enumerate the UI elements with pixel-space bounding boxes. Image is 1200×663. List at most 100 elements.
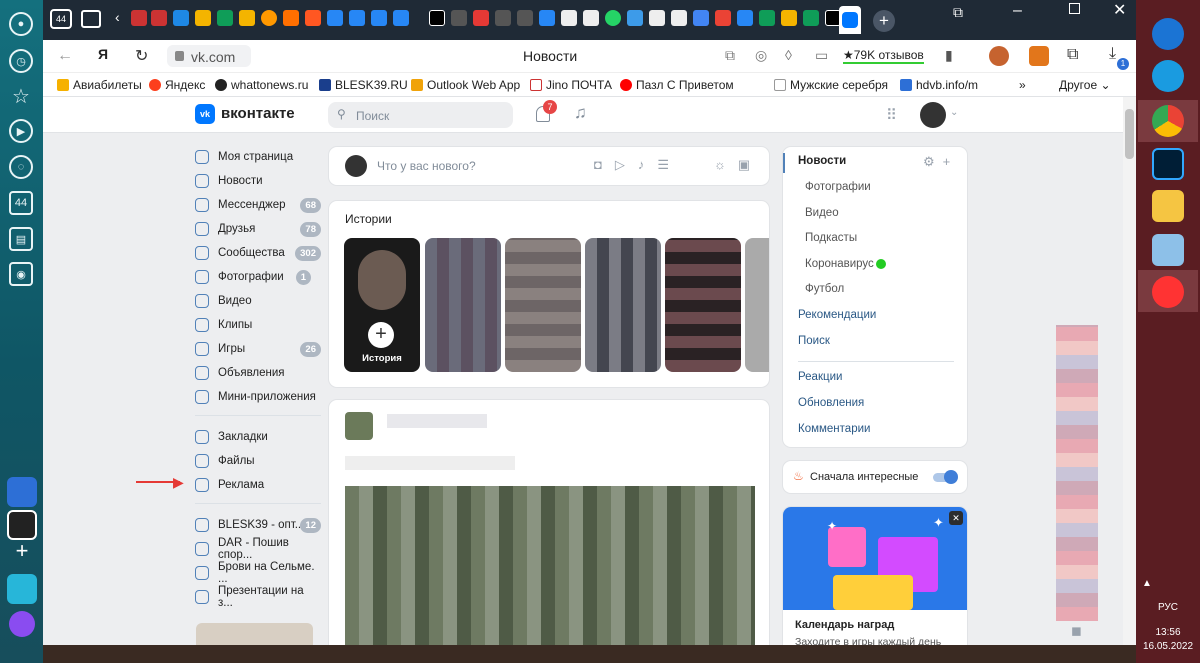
tab-favicon[interactable]: [261, 10, 277, 26]
menu-ads[interactable]: Объявления: [195, 362, 321, 384]
bookmark-item[interactable]: whattonews.ru: [215, 78, 308, 92]
record-app-icon[interactable]: [7, 510, 37, 540]
edge-icon[interactable]: [1152, 60, 1184, 92]
apps-grid-icon[interactable]: ⠿: [886, 106, 897, 124]
menu-group[interactable]: DAR - Пошив спор...: [195, 537, 321, 561]
screenshot-icon[interactable]: ◉: [9, 262, 33, 286]
nav-coronavirus[interactable]: Коронавирус: [805, 258, 874, 270]
history-icon[interactable]: ◷: [9, 49, 33, 73]
tab-favicon[interactable]: [195, 10, 211, 26]
tab-favicon[interactable]: [131, 10, 147, 26]
story-item[interactable]: [425, 238, 501, 372]
play-icon[interactable]: ▶: [9, 119, 33, 143]
language-indicator[interactable]: РУС: [1136, 602, 1200, 613]
reviews-badge[interactable]: ★79K отзывов: [843, 48, 924, 64]
tab-favicon[interactable]: [583, 10, 599, 26]
tab-favicon[interactable]: [693, 10, 709, 26]
nav-reactions[interactable]: Реакции: [798, 371, 842, 383]
menu-my-page[interactable]: Моя страница: [195, 146, 321, 168]
vk-logo-icon[interactable]: vk: [195, 104, 215, 124]
extension-icon[interactable]: [989, 46, 1009, 66]
bookmark-item[interactable]: BLESK39.RU: [319, 78, 408, 92]
tab-favicon[interactable]: [781, 10, 797, 26]
star-icon[interactable]: ☆: [9, 84, 33, 108]
story-item[interactable]: [585, 238, 661, 372]
tab-favicon[interactable]: [627, 10, 643, 26]
bookmark-item[interactable]: Мужские серебря: [774, 78, 888, 92]
tab-favicon[interactable]: [473, 10, 489, 26]
tab-favicon[interactable]: [327, 10, 343, 26]
nav-updates[interactable]: Обновления: [798, 397, 864, 409]
back-icon[interactable]: ←: [57, 47, 73, 65]
messages-icon[interactable]: ◌: [9, 155, 33, 179]
story-create[interactable]: + История: [344, 238, 420, 372]
tab-favicon[interactable]: [217, 10, 233, 26]
alice-icon[interactable]: [9, 611, 35, 637]
clock-time[interactable]: 13:56: [1136, 627, 1200, 638]
bookmark-item[interactable]: Outlook Web App: [411, 78, 520, 92]
nav-photos[interactable]: Фотографии: [805, 181, 871, 193]
attach-icons[interactable]: ◘▷♪☰: [594, 157, 682, 173]
menu-files[interactable]: Файлы: [195, 450, 321, 472]
story-item[interactable]: [745, 238, 769, 372]
tab-favicon[interactable]: [393, 10, 409, 26]
docs-app-icon[interactable]: [7, 477, 37, 507]
metamask-icon[interactable]: [1029, 46, 1049, 66]
tab-favicon[interactable]: [649, 10, 665, 26]
tab-favicon[interactable]: [517, 10, 533, 26]
clock-date[interactable]: 16.05.2022: [1136, 641, 1200, 652]
tab-favicon[interactable]: [371, 10, 387, 26]
menu-video[interactable]: Видео: [195, 290, 321, 312]
scrollbar[interactable]: [1123, 97, 1136, 663]
tab-favicon[interactable]: [737, 10, 753, 26]
tab-favicon[interactable]: [561, 10, 577, 26]
tab-favicon[interactable]: [671, 10, 687, 26]
avatar[interactable]: [920, 102, 946, 128]
collections-icon[interactable]: ▤: [9, 227, 33, 251]
menu-group[interactable]: BLESK39 - опт... 12: [195, 514, 321, 536]
ie-icon[interactable]: [1152, 18, 1184, 50]
send-app-icon[interactable]: [7, 574, 37, 604]
close-icon[interactable]: ✕: [949, 511, 963, 525]
reload-icon[interactable]: ↻: [135, 46, 148, 66]
tabs-count-icon[interactable]: 44: [9, 191, 33, 215]
post-composer[interactable]: Что у вас нового? ◘▷♪☰ ☼▣: [329, 147, 769, 185]
menu-mini-apps[interactable]: Мини-приложения: [195, 386, 321, 408]
tab-favicon[interactable]: [803, 10, 819, 26]
search-input[interactable]: ⚲ Поиск: [328, 102, 513, 128]
close-window-button[interactable]: ✕: [1113, 0, 1126, 20]
protect-icon[interactable]: ◊: [785, 47, 792, 63]
bookmark-icon[interactable]: ▮: [945, 47, 953, 64]
other-bookmarks[interactable]: Другое ⌄: [1059, 78, 1111, 92]
tab-favicon[interactable]: [605, 10, 621, 26]
avatar-icon[interactable]: ●: [9, 12, 33, 36]
bookmark-item[interactable]: Пазл С Приветом: [620, 78, 734, 92]
bookmark-item[interactable]: Яндекс: [149, 78, 205, 92]
menu-games[interactable]: Игры 26: [195, 338, 321, 360]
maximize-button[interactable]: [1069, 3, 1080, 14]
nav-news[interactable]: Новости: [798, 155, 846, 167]
story-item[interactable]: [505, 238, 581, 372]
bookmark-item[interactable]: Авиабилеты: [57, 78, 142, 92]
explorer-icon[interactable]: [1152, 190, 1184, 222]
comment-icon[interactable]: ▭: [815, 47, 828, 64]
chevron-down-icon[interactable]: ⌄: [950, 107, 958, 118]
tray-arrow-icon[interactable]: ▲: [1142, 578, 1152, 589]
yandex-browser-icon[interactable]: [1152, 276, 1184, 308]
tabs-scroll-left-icon[interactable]: ‹: [115, 9, 120, 25]
downloads-icon[interactable]: ⤓: [1109, 45, 1116, 63]
nav-comments[interactable]: Комментарии: [798, 423, 870, 435]
bookmark-item[interactable]: Jino ПОЧТА: [530, 78, 612, 92]
feed-post[interactable]: [329, 400, 769, 663]
share-icon[interactable]: ⧉: [725, 47, 735, 64]
feed-settings-icon[interactable]: ⚙+: [923, 154, 958, 170]
post-image-blur[interactable]: [345, 486, 755, 663]
tab-favicon[interactable]: [305, 10, 321, 26]
menu-messenger[interactable]: Мессенджер 68: [195, 194, 321, 216]
new-tab-button[interactable]: +: [873, 10, 895, 32]
sort-card[interactable]: ♨ Сначала интересные: [783, 461, 967, 493]
menu-photos[interactable]: Фотографии 1: [195, 266, 321, 288]
privacy-icons[interactable]: ☼▣: [714, 157, 762, 173]
tabs-counter[interactable]: 44: [50, 9, 72, 29]
more-bookmarks[interactable]: »: [1019, 78, 1026, 92]
